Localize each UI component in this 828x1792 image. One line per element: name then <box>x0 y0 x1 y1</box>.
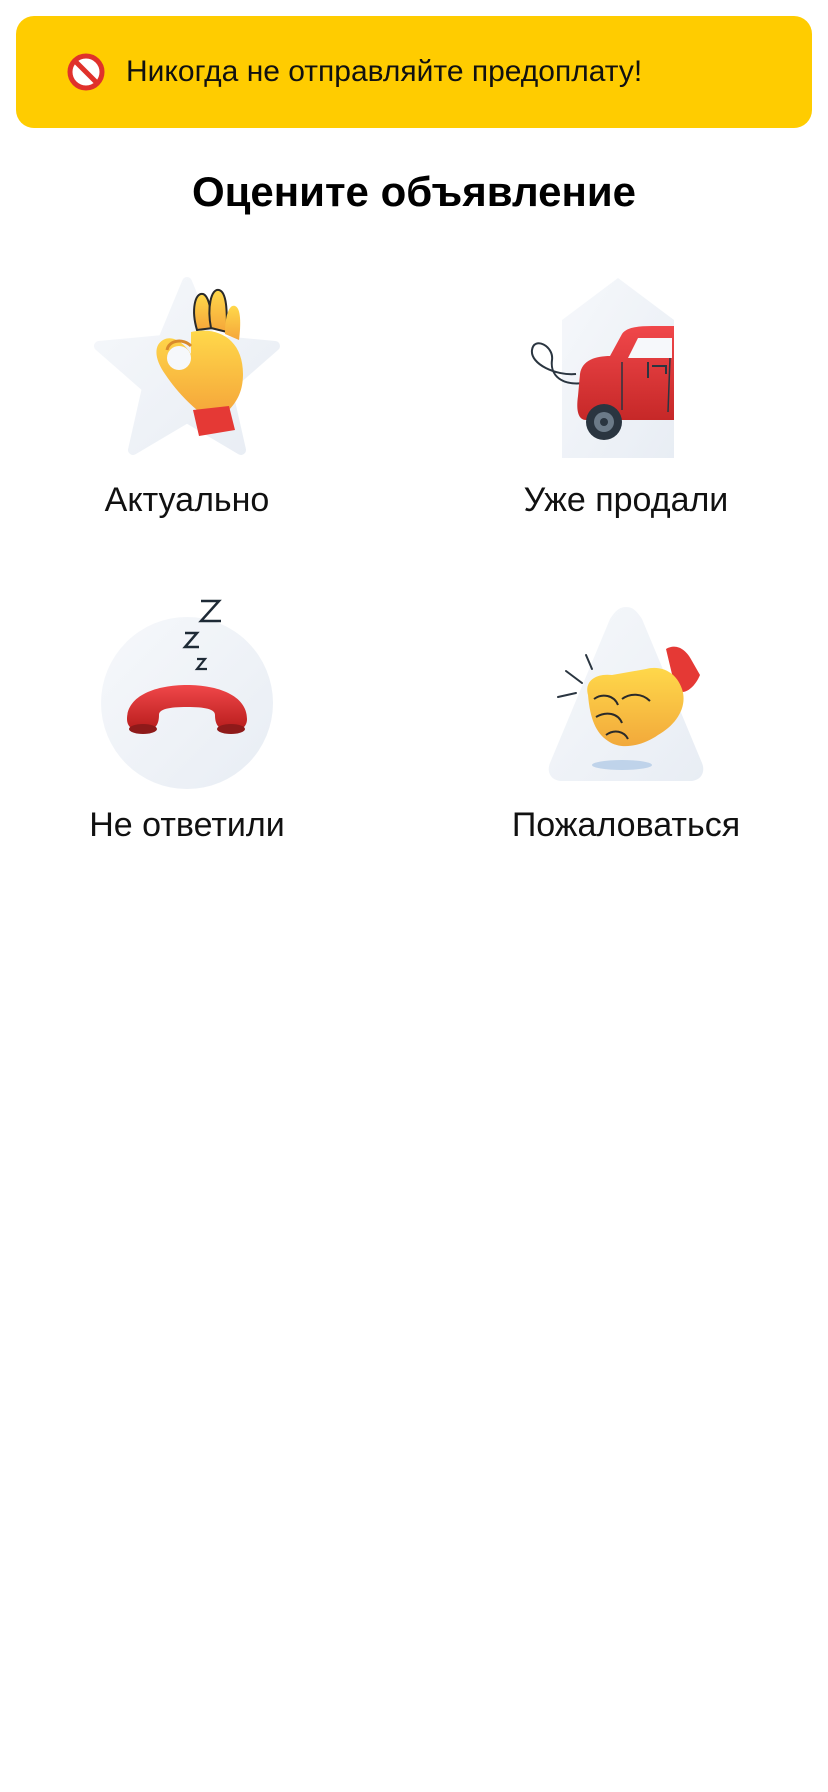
ok-hand-star-icon <box>94 277 280 455</box>
option-no-answer-label: Не ответили <box>89 806 285 844</box>
option-complain-label: Пожаловаться <box>511 806 741 844</box>
car-leaving-house-icon <box>530 278 674 458</box>
option-complain[interactable]: Пожаловаться <box>456 595 796 885</box>
fist-warning-icon <box>548 607 704 781</box>
option-no-answer[interactable]: Не ответили <box>17 595 357 885</box>
prepayment-warning-banner: Никогда не отправляйте предоплату! <box>16 16 812 128</box>
option-relevant[interactable]: Актуально <box>17 270 357 560</box>
prohibited-icon <box>67 53 105 91</box>
option-already-sold[interactable]: Уже продали <box>456 270 796 560</box>
page-title: Оцените объявление <box>191 168 637 215</box>
option-already-sold-label: Уже продали <box>523 481 729 519</box>
sleeping-phone-icon <box>101 599 273 789</box>
banner-text: Никогда не отправляйте предоплату! <box>126 55 643 88</box>
option-relevant-label: Актуально <box>104 481 270 519</box>
